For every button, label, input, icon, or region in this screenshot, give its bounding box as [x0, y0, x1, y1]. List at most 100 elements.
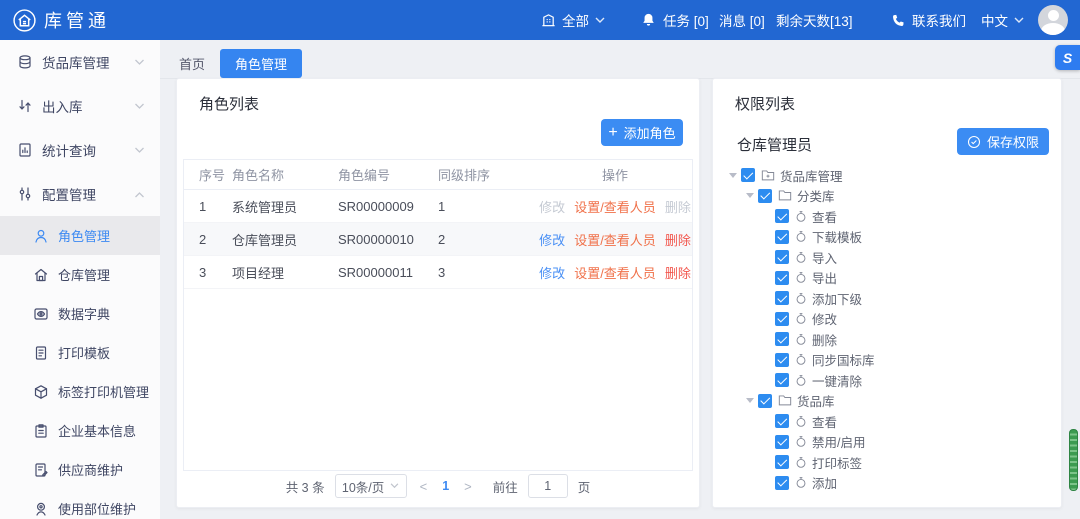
tree-node-label[interactable]: 添加下级: [812, 289, 862, 308]
tree-checkbox[interactable]: [758, 189, 772, 203]
config-icon: [17, 186, 33, 202]
prev-page-button[interactable]: <: [417, 479, 431, 494]
app-name: 库管通: [44, 7, 110, 33]
user-avatar[interactable]: [1038, 0, 1068, 40]
modify-link[interactable]: 修改: [539, 263, 565, 282]
tree-row: 同步国标库: [723, 350, 1055, 371]
sidebar-subitem-7[interactable]: 使用部位维护: [0, 489, 160, 519]
pagination: 共 3 条 10条/页 < 1 > 前往 页: [177, 474, 699, 498]
set-view-members-link[interactable]: 设置/查看人员: [574, 197, 656, 216]
sidebar-item-2[interactable]: 统计查询: [0, 128, 160, 172]
set-view-members-link[interactable]: 设置/查看人员: [574, 230, 656, 249]
modify-link[interactable]: 修改: [539, 230, 565, 249]
sidebar-subitem-2[interactable]: 数据字典: [0, 294, 160, 333]
role-list-title: 角色列表: [199, 93, 259, 114]
set-view-members-link[interactable]: 设置/查看人员: [574, 263, 656, 282]
table-row: 2仓库管理员SR000000102修改设置/查看人员删除: [184, 223, 692, 256]
floating-extension-button[interactable]: S: [1055, 45, 1080, 70]
tree-checkbox[interactable]: [775, 476, 789, 490]
role-name-cell: 项目经理: [232, 263, 338, 282]
tree-checkbox[interactable]: [758, 394, 772, 408]
tree-node-label[interactable]: 查看: [812, 207, 837, 226]
sidebar-item-3[interactable]: 配置管理: [0, 172, 160, 216]
add-role-button[interactable]: + 添加角色: [601, 119, 683, 146]
tree-checkbox[interactable]: [775, 291, 789, 305]
save-permissions-button[interactable]: 保存权限: [957, 128, 1049, 155]
tree-node-label[interactable]: 货品库: [797, 391, 835, 410]
days-left-badge[interactable]: 剩余天数[13]: [776, 0, 853, 40]
messages-link[interactable]: 消息 [0]: [719, 0, 765, 40]
sidebar-subitem-label: 供应商维护: [58, 460, 123, 479]
tree-checkbox[interactable]: [775, 353, 789, 367]
sidebar-subitem-4[interactable]: 标签打印机管理: [0, 372, 160, 411]
tree-checkbox[interactable]: [775, 435, 789, 449]
page-number[interactable]: 1: [440, 479, 451, 493]
scrollbar-thumb[interactable]: [1069, 429, 1078, 491]
tree-checkbox[interactable]: [775, 250, 789, 264]
tree-node-label[interactable]: 添加: [812, 473, 837, 492]
tree-node-label[interactable]: 货品库管理: [780, 166, 843, 185]
tree-node-label[interactable]: 打印标签: [812, 453, 862, 472]
tree-row: 货品库管理: [723, 165, 1055, 186]
contact-us-link[interactable]: 联系我们: [891, 0, 966, 40]
tree-node-label[interactable]: 分类库: [797, 186, 835, 205]
sidebar-subitem-3[interactable]: 打印模板: [0, 333, 160, 372]
tree-node-label[interactable]: 下载模板: [812, 227, 862, 246]
leaf-icon: [795, 435, 807, 448]
tree-checkbox[interactable]: [775, 230, 789, 244]
role-name-cell: 仓库管理员: [232, 230, 338, 249]
goto-page-input[interactable]: [528, 474, 568, 498]
tree-expand-caret[interactable]: [742, 189, 758, 202]
sidebar-item-1[interactable]: 出入库: [0, 84, 160, 128]
tree-expand-caret[interactable]: [742, 394, 758, 407]
tree-node-label[interactable]: 一键清除: [812, 371, 862, 390]
tree-row: 货品库: [723, 391, 1055, 412]
tree-node-label[interactable]: 查看: [812, 412, 837, 431]
delete-link[interactable]: 删除: [665, 263, 691, 282]
tree-checkbox[interactable]: [775, 332, 789, 346]
page-unit: 页: [578, 477, 591, 496]
row-index: 2: [184, 232, 232, 247]
sidebar-subitem-6[interactable]: 供应商维护: [0, 450, 160, 489]
stock-icon: [17, 54, 33, 70]
tree-checkbox[interactable]: [741, 168, 755, 182]
tree-node-label[interactable]: 同步国标库: [812, 350, 875, 369]
tree-node-label[interactable]: 修改: [812, 309, 837, 328]
warehouse-icon: [33, 267, 49, 283]
tree-checkbox[interactable]: [775, 209, 789, 223]
role-table-header: 序号角色名称角色编号同级排序操作: [184, 160, 692, 190]
tree-checkbox[interactable]: [775, 312, 789, 326]
permission-tree: 货品库管理分类库查看下载模板导入导出添加下级修改删除同步国标库一键清除货品库查看…: [723, 165, 1055, 501]
tab-0[interactable]: 首页: [170, 49, 214, 78]
scope-selector[interactable]: 全部: [541, 0, 605, 40]
tasks-link[interactable]: 任务 [0]: [663, 0, 709, 40]
column-header: 角色名称: [232, 165, 338, 184]
tree-row: 导出: [723, 268, 1055, 289]
sidebar-subitem-label: 标签打印机管理: [58, 382, 149, 401]
tree-node-label[interactable]: 导入: [812, 248, 837, 267]
tab-1[interactable]: 角色管理: [220, 49, 302, 78]
tree-node-label[interactable]: 导出: [812, 268, 837, 287]
sidebar-subitem-1[interactable]: 仓库管理: [0, 255, 160, 294]
tree-checkbox[interactable]: [775, 414, 789, 428]
notification-bell[interactable]: [641, 0, 656, 40]
tree-node-label[interactable]: 禁用/启用: [812, 432, 865, 451]
sidebar-subitem-0[interactable]: 角色管理: [0, 216, 160, 255]
sidebar-subitem-5[interactable]: 企业基本信息: [0, 411, 160, 450]
chevron-down-icon: [1014, 17, 1024, 24]
tree-checkbox[interactable]: [775, 373, 789, 387]
next-page-button[interactable]: >: [461, 479, 475, 494]
chevron-up-icon: [134, 191, 145, 198]
tree-row: 打印标签: [723, 452, 1055, 473]
language-selector[interactable]: 中文: [981, 0, 1024, 40]
tree-node-label[interactable]: 删除: [812, 330, 837, 349]
leaf-icon: [795, 251, 807, 264]
delete-link[interactable]: 删除: [665, 230, 691, 249]
sidebar-item-label: 货品库管理: [42, 52, 134, 72]
page-size-select[interactable]: 10条/页: [335, 474, 407, 498]
tree-checkbox[interactable]: [775, 455, 789, 469]
sidebar-item-0[interactable]: 货品库管理: [0, 40, 160, 84]
tree-checkbox[interactable]: [775, 271, 789, 285]
role-order-cell: 1: [438, 199, 538, 214]
tree-expand-caret[interactable]: [725, 169, 741, 182]
